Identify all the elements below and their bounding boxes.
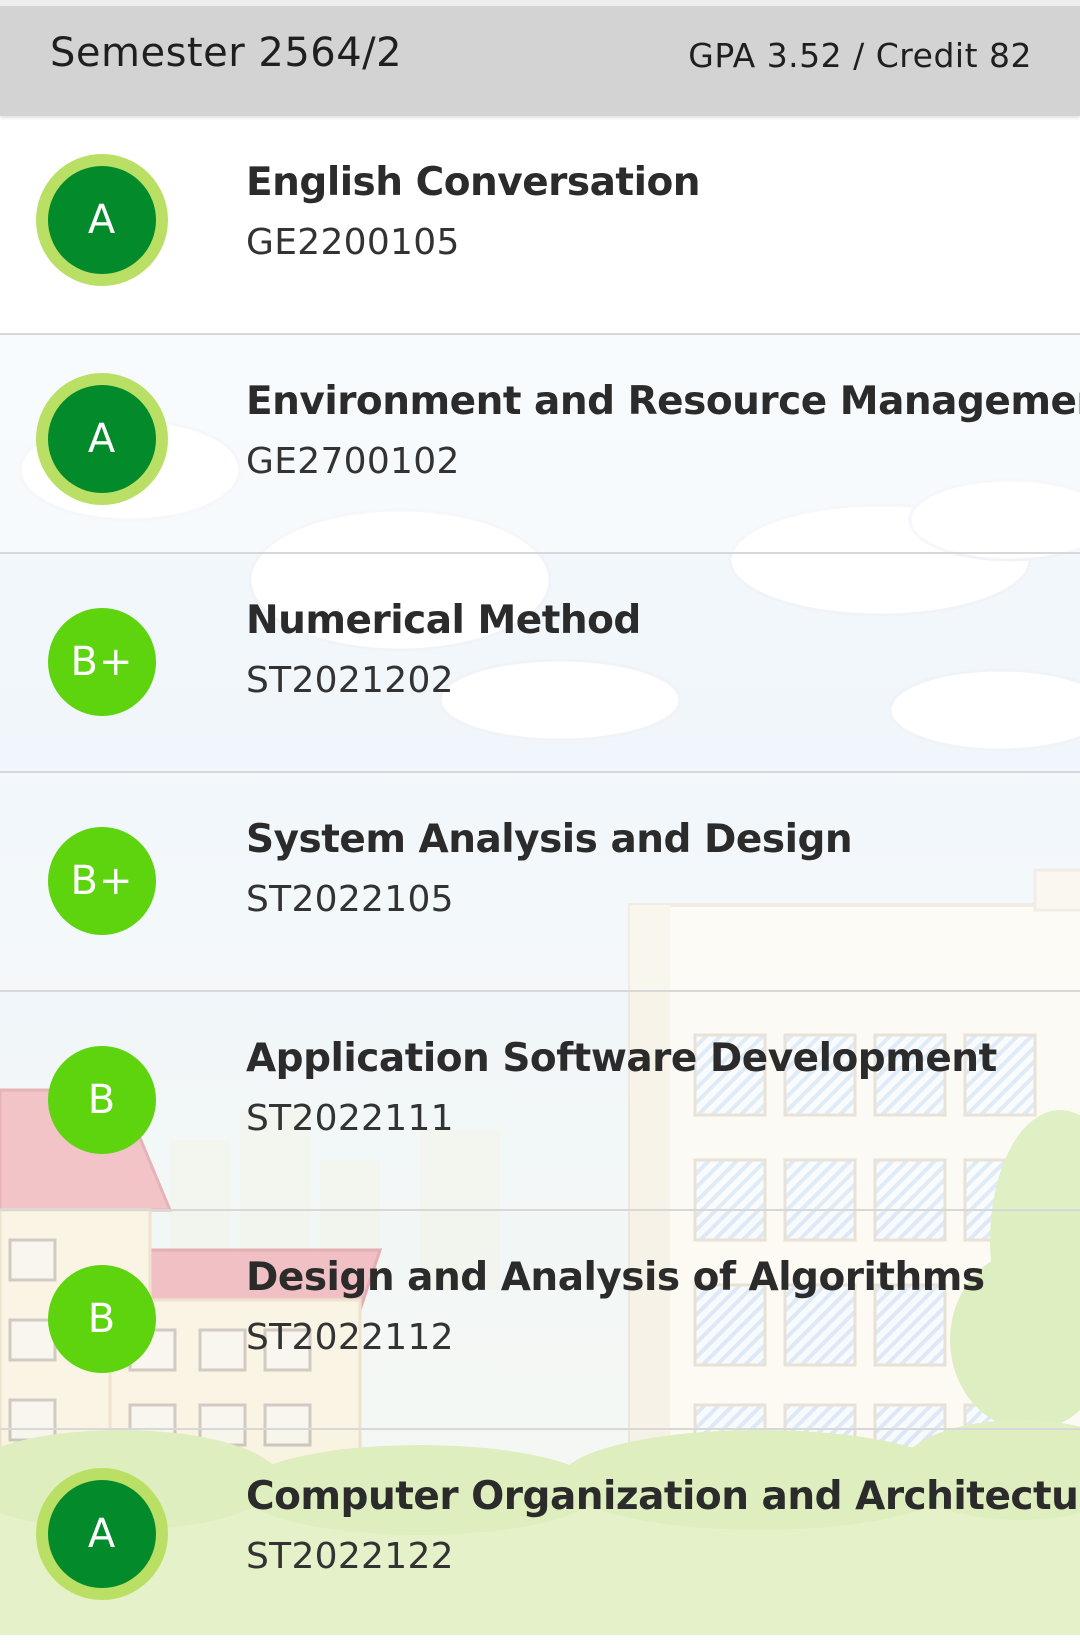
course-name: Environment and Resource Management (246, 379, 1080, 424)
course-row[interactable]: B+ System Analysis and Design ST2022105 (0, 773, 1080, 992)
course-row[interactable]: B Application Software Development ST202… (0, 992, 1080, 1211)
course-code: ST2022112 (246, 1317, 454, 1358)
course-code: ST2022111 (246, 1098, 454, 1139)
grade-badge: A (36, 1468, 168, 1600)
course-row[interactable]: A Environment and Resource Management GE… (0, 335, 1080, 554)
grade-badge: A (36, 154, 168, 286)
gpa-credit-summary: GPA 3.52 / Credit 82 (688, 36, 1032, 75)
course-list: A English Conversation GE2200105 A Envir… (0, 116, 1080, 1649)
semester-header: Semester 2564/2 GPA 3.52 / Credit 82 (0, 0, 1080, 116)
course-code: GE2700102 (246, 441, 460, 482)
course-row[interactable]: A Computer Organization and Architecture… (0, 1430, 1080, 1649)
course-name: System Analysis and Design (246, 817, 853, 862)
grade-badge: A (36, 373, 168, 505)
course-row[interactable]: B Design and Analysis of Algorithms ST20… (0, 1211, 1080, 1430)
course-name: Application Software Development (246, 1036, 997, 1081)
course-code: ST2021202 (246, 660, 454, 701)
course-name: English Conversation (246, 160, 701, 205)
semester-title: Semester 2564/2 (50, 30, 403, 76)
course-name: Numerical Method (246, 598, 641, 643)
course-row[interactable]: B+ Numerical Method ST2021202 (0, 554, 1080, 773)
course-name: Computer Organization and Architecture (246, 1474, 1080, 1519)
grade-badge: B (48, 1046, 156, 1154)
grade-badge: B+ (48, 608, 156, 716)
grade-badge: B (48, 1265, 156, 1373)
course-code: ST2022122 (246, 1536, 454, 1577)
course-code: ST2022105 (246, 879, 454, 920)
course-name: Design and Analysis of Algorithms (246, 1255, 985, 1300)
course-row[interactable]: A English Conversation GE2200105 (0, 116, 1080, 335)
grade-badge: B+ (48, 827, 156, 935)
course-code: GE2200105 (246, 222, 460, 263)
